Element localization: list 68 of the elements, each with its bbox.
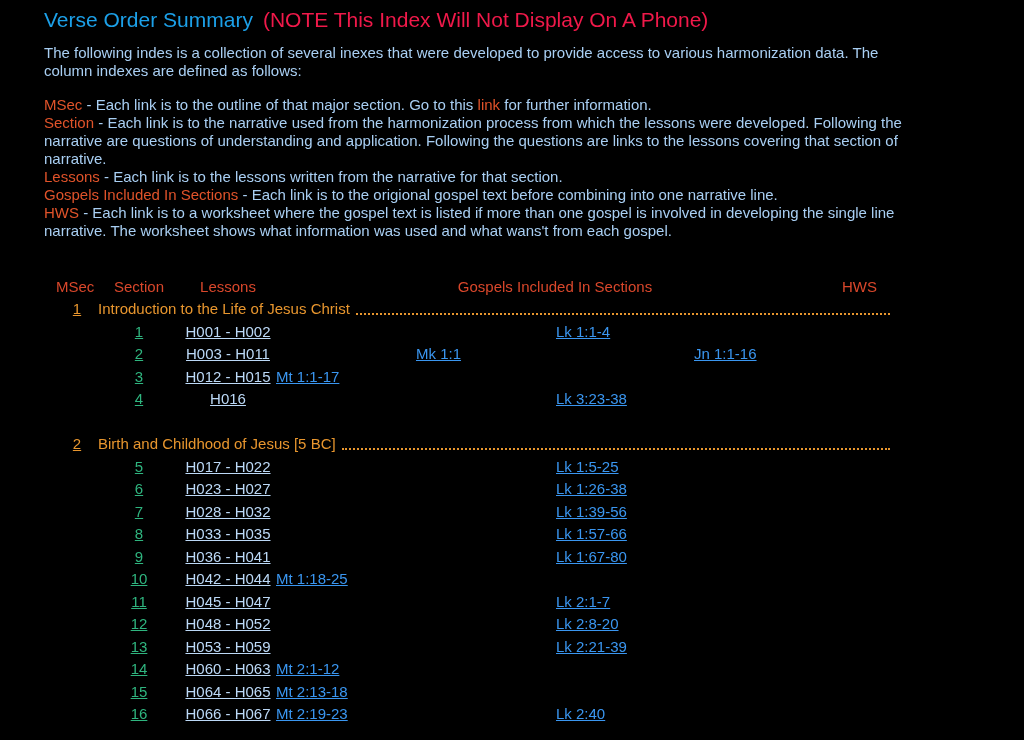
lesson-link[interactable]: H048 - H052 (185, 615, 271, 632)
lesson-link[interactable]: H028 - H032 (185, 502, 271, 520)
gospel-link[interactable]: Lk 1:67-80 (556, 547, 627, 565)
section-title: Birth and Childhood of Jesus [5 BC] (98, 434, 336, 454)
lesson-link[interactable]: H017 - H022 (185, 457, 271, 475)
column-header: MSec (56, 277, 95, 295)
definition-text: HWS - Each link is to a worksheet where the gospel text is listed if more than one gospel is involved in developing the single line narrative. The worksheet shows what information was used and what wans't from each gospel. (44, 203, 896, 240)
section-link[interactable]: 6 (134, 480, 144, 497)
lesson-link[interactable]: H016 (210, 390, 246, 407)
section-link[interactable]: 8 (134, 525, 144, 542)
section-title: Introduction to the Life of Jesus Christ (98, 299, 350, 319)
lesson-link[interactable]: H066 - H067 (185, 705, 271, 722)
column-header: HWS (842, 277, 877, 295)
definition-text: Lessons - Each link is to the lessons written from the narrative for that section. (44, 167, 564, 186)
column-header: Lessons (200, 277, 256, 295)
lesson-link[interactable]: H064 - H065 (185, 682, 271, 700)
gospel-link[interactable]: Mk 1:1 (416, 345, 461, 362)
section-link[interactable]: 5 (134, 457, 144, 475)
gospel-link[interactable]: Lk 1:39-56 (556, 502, 627, 520)
section-link[interactable]: 14 (130, 660, 148, 677)
section-number-link[interactable]: 1 (72, 300, 82, 317)
column-header: Section (113, 277, 164, 295)
lesson-link[interactable]: H053 - H059 (185, 637, 271, 655)
gospel-link[interactable]: Lk 2:8-20 (556, 615, 619, 632)
page-note: (NOTE This Index Will Not Display On A Phone) (262, 8, 709, 31)
gospel-link[interactable]: Mt 1:1-17 (276, 367, 340, 385)
gospel-link[interactable]: Lk 1:1-4 (556, 322, 611, 340)
gospel-link[interactable]: Lk 2:1-7 (556, 592, 611, 610)
definition-text: Section - Each link is to the narrative used from the harmonization process from which the lessons were developed. Following the narrative are questions of understanding and application. Following the questions are links to the lessons covering that section of narrative. (44, 113, 903, 168)
section-number-link[interactable]: 2 (72, 435, 82, 452)
gospel-link[interactable]: Lk 3:23-38 (556, 390, 627, 407)
gospel-link[interactable]: Mt 2:13-18 (276, 682, 348, 700)
section-link[interactable]: 3 (134, 367, 144, 385)
section-link[interactable]: 2 (134, 345, 144, 362)
lesson-link[interactable]: H001 - H002 (185, 322, 271, 340)
section-link[interactable]: 7 (134, 502, 144, 520)
gospel-link[interactable]: Lk 1:26-38 (556, 480, 627, 497)
lesson-link[interactable]: H003 - H011 (186, 345, 270, 362)
gospel-link[interactable]: Lk 2:21-39 (556, 637, 627, 655)
lesson-link[interactable]: H042 - H044 (185, 570, 271, 587)
gospel-link[interactable]: Mt 2:19-23 (276, 705, 348, 722)
lesson-link[interactable]: H023 - H027 (185, 480, 271, 497)
gospel-link[interactable]: Lk 1:5-25 (556, 457, 619, 475)
lesson-link[interactable]: H060 - H063 (185, 660, 271, 677)
section-link[interactable]: 1 (134, 322, 144, 340)
definition-text: MSec - Each link is to the outline of that major section. Go to this link for further information. (44, 95, 653, 114)
gospel-link[interactable]: Mt 2:1-12 (276, 660, 340, 677)
gospel-link[interactable]: Lk 1:57-66 (556, 525, 627, 542)
definition-text: Gospels Included In Sections - Each link is to the origional gospel text before combining into one narrative line. (44, 185, 779, 204)
page-title: Verse Order Summary (44, 8, 253, 31)
section-link[interactable]: 10 (130, 570, 148, 587)
info-link[interactable]: link (477, 95, 501, 113)
section-link[interactable]: 15 (130, 682, 148, 700)
section-link[interactable]: 11 (131, 592, 147, 610)
column-header: Gospels Included In Sections (457, 277, 653, 295)
lesson-link[interactable]: H012 - H015 (185, 367, 271, 385)
gospel-link[interactable]: Jn 1:1-16 (694, 345, 757, 362)
lesson-link[interactable]: H036 - H041 (185, 547, 271, 565)
section-link[interactable]: 12 (130, 615, 148, 632)
intro-text: The following indes is a collection of several inexes that were developed to provide access to various harmonization data. The column indexes are defined as follows: (44, 43, 880, 80)
gospel-link[interactable]: Lk 2:40 (556, 705, 606, 722)
lesson-link[interactable]: H045 - H047 (185, 592, 271, 610)
section-link[interactable]: 4 (134, 390, 144, 407)
section-link[interactable]: 9 (134, 547, 144, 565)
gospel-link[interactable]: Mt 1:18-25 (276, 570, 348, 587)
lesson-link[interactable]: H033 - H035 (185, 525, 271, 542)
section-link[interactable]: 13 (130, 637, 148, 655)
section-link[interactable]: 16 (130, 705, 148, 722)
